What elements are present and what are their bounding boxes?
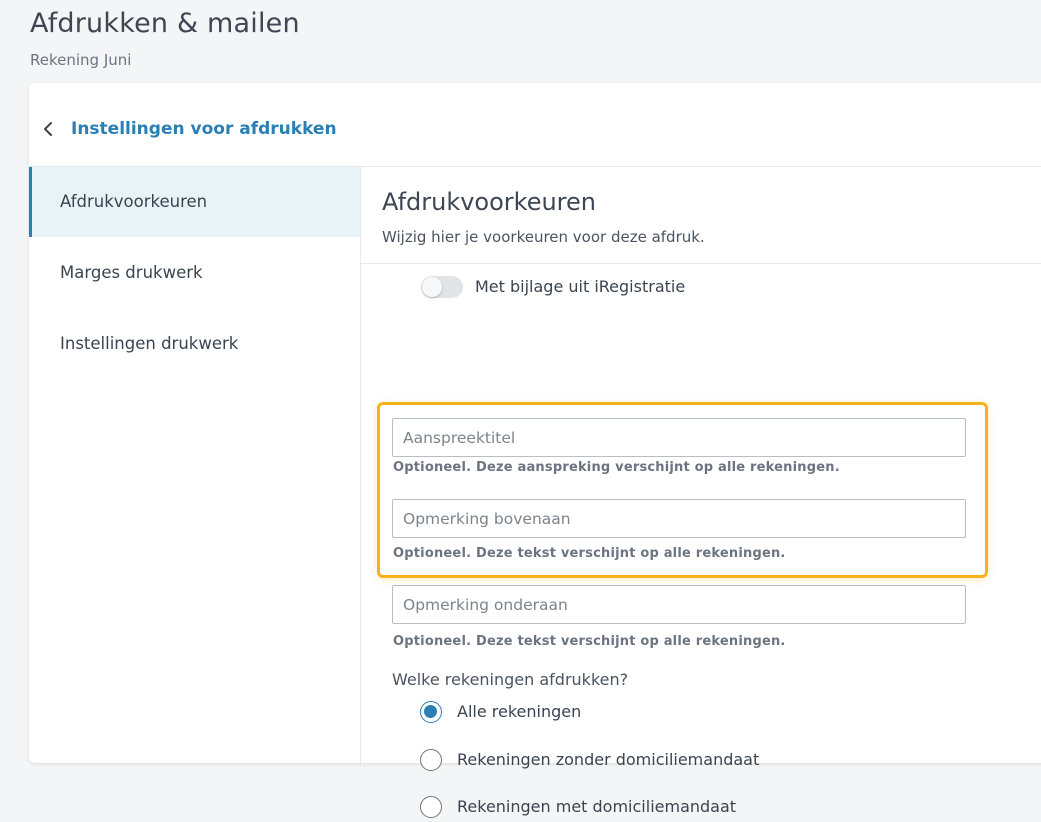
opmerking-onderaan-hint: Optioneel. Deze tekst verschijnt op alle… xyxy=(393,634,786,649)
settings-sidebar: Afdrukvoorkeuren Marges drukwerk Instell… xyxy=(29,167,361,767)
opmerking-bovenaan-hint: Optioneel. Deze tekst verschijnt op alle… xyxy=(393,546,786,561)
print-selection-question: Welke rekeningen afdrukken? xyxy=(392,670,629,689)
radio-label: Alle rekeningen xyxy=(457,702,582,721)
radio-label: Rekeningen met domiciliemandaat xyxy=(457,797,737,816)
sidebar-item-afdrukvoorkeuren[interactable]: Afdrukvoorkeuren xyxy=(29,167,360,237)
opmerking-onderaan-input[interactable] xyxy=(392,585,966,624)
aanspreektitel-input[interactable] xyxy=(392,418,966,457)
opmerking-bovenaan-input[interactable] xyxy=(392,499,966,538)
back-link-title[interactable]: Instellingen voor afdrukken xyxy=(71,119,337,139)
chevron-left-icon[interactable] xyxy=(42,121,54,137)
radio-button-checked[interactable] xyxy=(420,701,442,723)
sidebar-item-instellingen-drukwerk[interactable]: Instellingen drukwerk xyxy=(29,309,360,379)
sidebar-item-marges-drukwerk[interactable]: Marges drukwerk xyxy=(29,238,360,308)
bijlage-toggle[interactable] xyxy=(421,276,463,298)
radio-label: Rekeningen zonder domiciliemandaat xyxy=(457,750,760,769)
radio-button[interactable] xyxy=(420,749,442,771)
card-header: Instellingen voor afdrukken xyxy=(29,83,1041,167)
bijlage-toggle-label: Met bijlage uit iRegistratie xyxy=(475,277,686,296)
aanspreektitel-hint: Optioneel. Deze aanspreking verschijnt o… xyxy=(393,460,840,475)
section-title: Afdrukvoorkeuren xyxy=(382,188,596,216)
page-subtitle: Rekening Juni xyxy=(30,51,132,69)
content-panel: Afdrukvoorkeuren Wijzig hier je voorkeur… xyxy=(361,167,1041,818)
page-title: Afdrukken & mailen xyxy=(30,8,300,39)
divider xyxy=(361,263,1041,264)
section-subtitle: Wijzig hier je voorkeuren voor deze afdr… xyxy=(382,228,705,246)
toggle-knob xyxy=(422,277,442,297)
settings-card: Instellingen voor afdrukken Afdrukvoorke… xyxy=(29,83,1041,818)
radio-button[interactable] xyxy=(420,796,442,818)
